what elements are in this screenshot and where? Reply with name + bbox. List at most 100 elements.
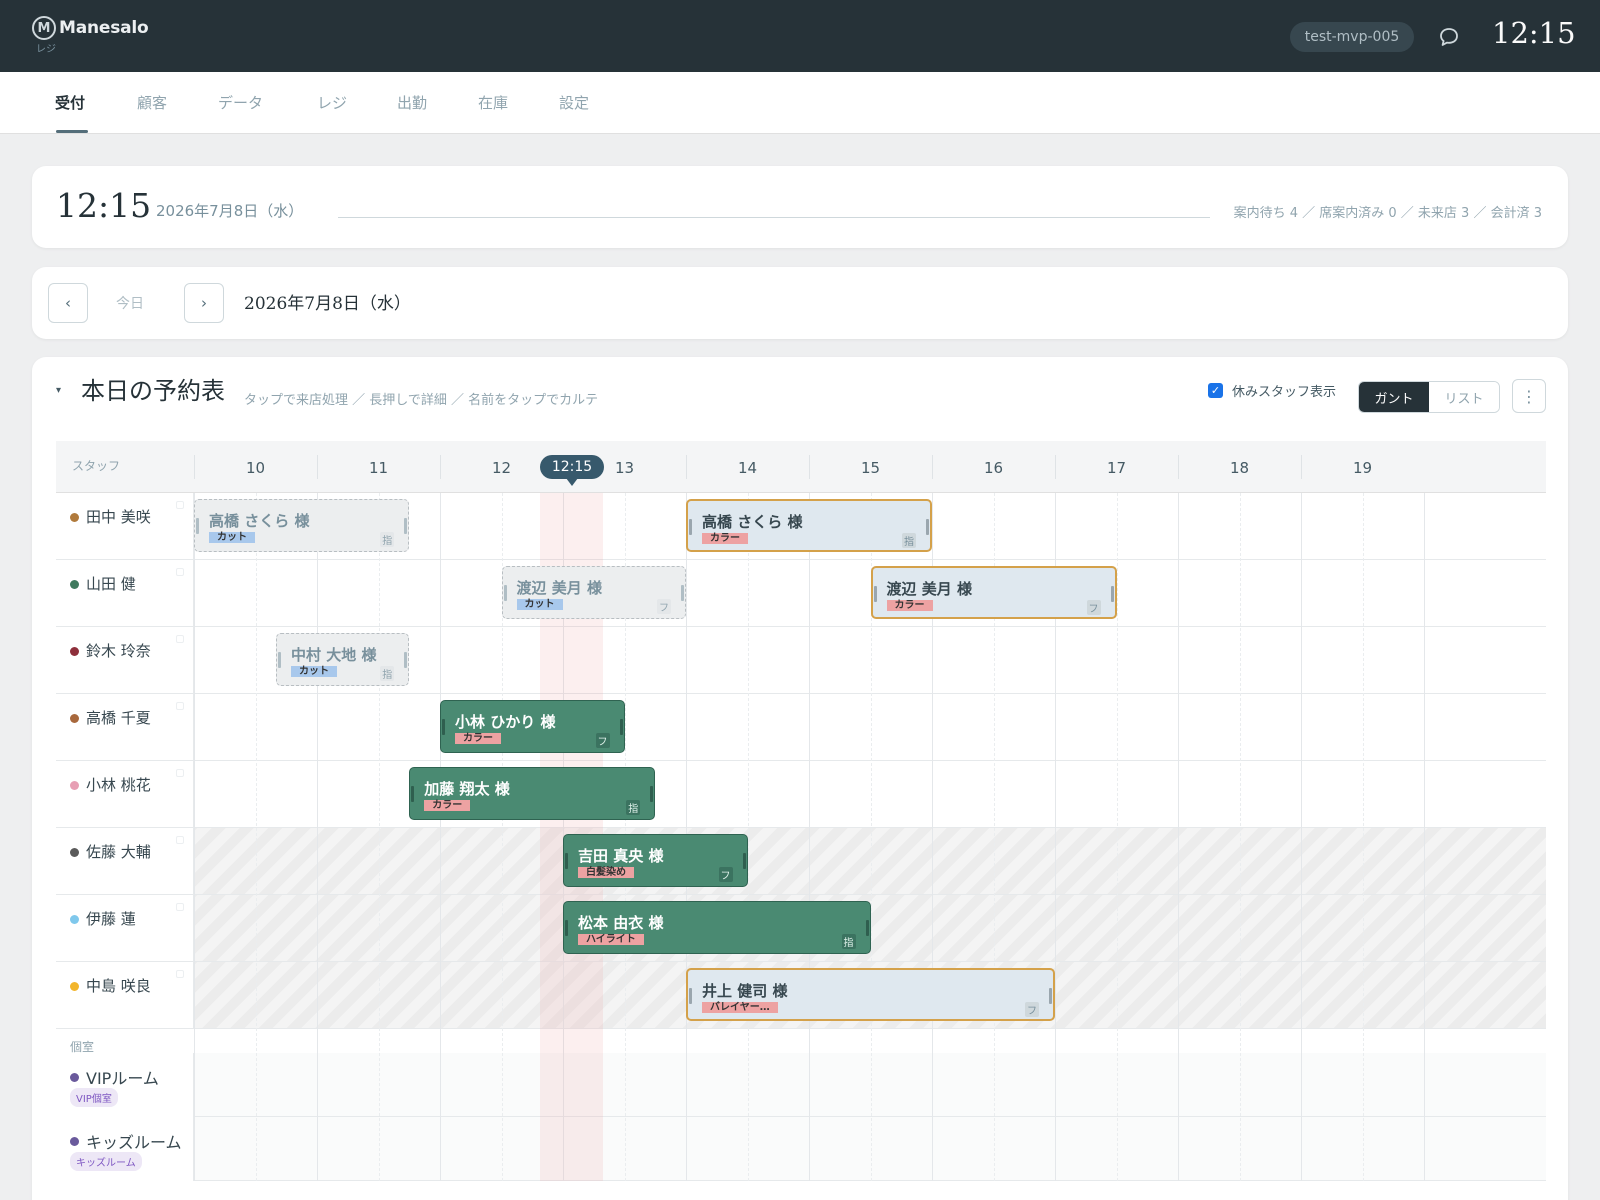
- staff-cell[interactable]: 小林 桃花: [56, 761, 194, 827]
- resize-handle-right[interactable]: [926, 519, 929, 535]
- view-gantt-button[interactable]: ガント: [1359, 382, 1429, 412]
- resize-handle-right[interactable]: [650, 786, 654, 802]
- customer-name[interactable]: 中村 大地 様: [291, 644, 376, 665]
- staff-name[interactable]: 田中 美咲: [86, 506, 151, 527]
- resize-handle-left[interactable]: [503, 585, 507, 601]
- resize-handle-right[interactable]: [1049, 988, 1052, 1004]
- staff-cell[interactable]: 田中 美咲: [56, 493, 194, 559]
- appointment-block[interactable]: 井上 健司 様バレイヤー… フ: [686, 968, 1055, 1021]
- staff-name[interactable]: 佐藤 大輔: [86, 841, 151, 862]
- staff-name[interactable]: 伊藤 蓮: [86, 908, 136, 929]
- staff-name[interactable]: 山田 健: [86, 573, 136, 594]
- today-button[interactable]: 今日: [116, 293, 144, 313]
- customer-name[interactable]: 加藤 翔太 様: [424, 778, 509, 799]
- more-menu-button[interactable]: ⋮: [1512, 379, 1546, 413]
- staff-menu-icon[interactable]: [176, 903, 184, 911]
- resize-handle-left[interactable]: [442, 719, 445, 735]
- customer-name[interactable]: 小林 ひかり 様: [455, 711, 555, 732]
- staff-cell[interactable]: 山田 健: [56, 560, 194, 626]
- staff-menu-icon[interactable]: [176, 970, 184, 978]
- staff-menu-icon[interactable]: [176, 501, 184, 509]
- hour-label: 13: [614, 459, 635, 477]
- appointment-block[interactable]: 加藤 翔太 様カラー 指: [409, 767, 656, 820]
- staff-menu-icon[interactable]: [176, 635, 184, 643]
- nomination-flag: 指: [626, 800, 641, 815]
- resize-handle-right[interactable]: [404, 652, 408, 668]
- customer-name[interactable]: 井上 健司 様: [702, 980, 787, 1001]
- staff-name[interactable]: 中島 咲良: [86, 975, 151, 996]
- staff-cell[interactable]: 中島 咲良: [56, 962, 194, 1028]
- resize-handle-right[interactable]: [742, 853, 746, 869]
- staff-menu-icon[interactable]: [176, 568, 184, 576]
- staff-cell[interactable]: 鈴木 玲奈: [56, 627, 194, 693]
- room-cell[interactable]: VIPルーム VIP個室: [56, 1053, 194, 1117]
- checkbox-icon[interactable]: ✓: [1208, 383, 1223, 398]
- staff-name[interactable]: 小林 桃花: [86, 774, 151, 795]
- tab-register[interactable]: レジ: [317, 92, 347, 113]
- resize-handle-left[interactable]: [411, 786, 415, 802]
- staff-menu-icon[interactable]: [176, 769, 184, 777]
- appointment-block[interactable]: 高橋 さくら 様カラー 指: [686, 499, 932, 552]
- resize-handle-left[interactable]: [565, 920, 568, 936]
- date-nav-card: ‹ 今日 › 2026年7月8日（水）: [32, 267, 1568, 339]
- room-cell[interactable]: キッズルーム キッズルーム: [56, 1117, 194, 1181]
- customer-name[interactable]: 高橋 さくら 様: [209, 510, 309, 531]
- tab-attendance[interactable]: 出勤: [397, 92, 427, 113]
- top-bar: M Manesalo レジ test-mvp-005 12:15: [0, 0, 1600, 72]
- appointment-block[interactable]: 吉田 真央 様白髪染め フ: [563, 834, 748, 887]
- view-list-button[interactable]: リスト: [1429, 382, 1499, 412]
- chat-button[interactable]: [1436, 24, 1462, 50]
- tab-inventory[interactable]: 在庫: [478, 92, 508, 113]
- room-color-dot: [70, 1073, 79, 1082]
- resize-handle-left[interactable]: [565, 853, 568, 869]
- customer-name[interactable]: 吉田 真央 様: [578, 845, 663, 866]
- collapse-toggle-icon[interactable]: ▾: [56, 385, 61, 396]
- appointment-block[interactable]: 渡辺 美月 様カラー フ: [870, 566, 1117, 619]
- staff-cell[interactable]: 高橋 千夏: [56, 694, 194, 760]
- resize-handle-right[interactable]: [1110, 586, 1114, 602]
- hour-separator: [1301, 455, 1302, 479]
- grid-line: [1178, 493, 1179, 1181]
- show-off-staff-toggle[interactable]: ✓ 休みスタッフ表示: [1208, 381, 1336, 400]
- staff-menu-icon[interactable]: [176, 836, 184, 844]
- grid-line: [194, 493, 195, 1181]
- app-subtitle: レジ: [36, 44, 56, 55]
- prev-day-button[interactable]: ‹: [48, 283, 88, 323]
- room-row: キッズルーム キッズルーム: [56, 1117, 1546, 1181]
- appointment-block[interactable]: 松本 由衣 様ハイライト 指: [563, 901, 871, 954]
- resize-handle-left[interactable]: [689, 519, 692, 535]
- staff-name[interactable]: 鈴木 玲奈: [86, 640, 151, 661]
- staff-row: 高橋 千夏: [56, 694, 1546, 761]
- tab-settings[interactable]: 設定: [559, 92, 589, 113]
- customer-name[interactable]: 渡辺 美月 様: [887, 578, 972, 599]
- customer-name[interactable]: 松本 由衣 様: [578, 912, 663, 933]
- resize-handle-left[interactable]: [196, 518, 199, 534]
- resize-handle-right[interactable]: [681, 585, 684, 601]
- resize-handle-right[interactable]: [619, 719, 623, 735]
- resize-handle-left[interactable]: [873, 586, 877, 602]
- customer-name[interactable]: 高橋 さくら 様: [702, 511, 802, 532]
- staff-name[interactable]: 高橋 千夏: [86, 707, 151, 728]
- customer-name[interactable]: 渡辺 美月 様: [517, 577, 602, 598]
- resize-handle-left[interactable]: [278, 652, 281, 668]
- resize-handle-left[interactable]: [689, 988, 692, 1004]
- next-day-button[interactable]: ›: [184, 283, 224, 323]
- appointment-block[interactable]: 中村 大地 様カット 指: [276, 633, 410, 686]
- service-tag: バレイヤー…: [702, 1002, 778, 1013]
- staff-cell[interactable]: 伊藤 蓮: [56, 895, 194, 961]
- staff-row: 山田 健: [56, 560, 1546, 627]
- staff-cell[interactable]: 佐藤 大輔: [56, 828, 194, 894]
- staff-menu-icon[interactable]: [176, 702, 184, 710]
- resize-handle-right[interactable]: [865, 920, 869, 936]
- appointment-block[interactable]: 高橋 さくら 様カット 指: [194, 499, 410, 552]
- tab-data[interactable]: データ: [218, 92, 263, 113]
- appointment-block[interactable]: 渡辺 美月 様カット フ: [501, 566, 686, 619]
- appointment-block[interactable]: 小林 ひかり 様カラー フ: [440, 700, 625, 753]
- app-logo[interactable]: M Manesalo: [32, 16, 149, 40]
- hour-label: 17: [1106, 459, 1127, 477]
- hour-label: 15: [860, 459, 881, 477]
- resize-handle-right[interactable]: [404, 518, 408, 534]
- tab-reception[interactable]: 受付: [55, 92, 85, 113]
- main-tabs: 受付 顧客 データ レジ 出勤 在庫 設定: [0, 72, 1600, 134]
- tab-customers[interactable]: 顧客: [137, 92, 167, 113]
